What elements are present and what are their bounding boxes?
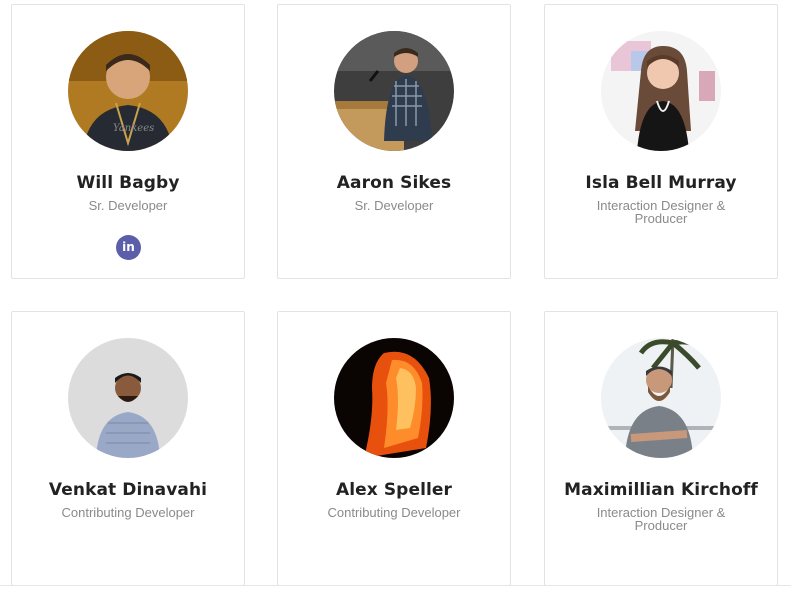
team-card-will-bagby: Yankees Will Bagby Sr. Developer in (11, 4, 245, 279)
member-name: Will Bagby (76, 173, 180, 193)
team-card-venkat-dinavahi: Venkat Dinavahi Contributing Developer (11, 311, 245, 586)
team-card-isla-bell-murray: Isla Bell Murray Interaction Designer & … (544, 4, 778, 279)
member-name: Alex Speller (335, 480, 453, 500)
member-name: Isla Bell Murray (585, 173, 737, 193)
member-name: Venkat Dinavahi (48, 480, 208, 500)
team-card-aaron-sikes: Aaron Sikes Sr. Developer (277, 4, 511, 279)
avatar (68, 338, 188, 458)
divider (0, 585, 791, 586)
member-role: Sr. Developer (88, 198, 168, 213)
member-role: Interaction Designer & Producer (596, 198, 726, 226)
member-role: Interaction Designer & Producer (596, 505, 726, 533)
team-card-maximillian-kirchoff: Maximillian Kirchoff Interaction Designe… (544, 311, 778, 586)
member-name: Maximillian Kirchoff (564, 480, 758, 500)
member-role: Sr. Developer (354, 198, 434, 213)
avatar (334, 31, 454, 151)
avatar (601, 338, 721, 458)
member-role: Contributing Developer (61, 505, 195, 520)
team-card-alex-speller: Alex Speller Contributing Developer (277, 311, 511, 586)
avatar (334, 338, 454, 458)
avatar: Yankees (68, 31, 188, 151)
member-role: Contributing Developer (327, 505, 461, 520)
avatar (601, 31, 721, 151)
member-name: Aaron Sikes (336, 173, 452, 193)
linkedin-icon[interactable]: in (116, 235, 141, 260)
svg-text:Yankees: Yankees (113, 123, 154, 134)
